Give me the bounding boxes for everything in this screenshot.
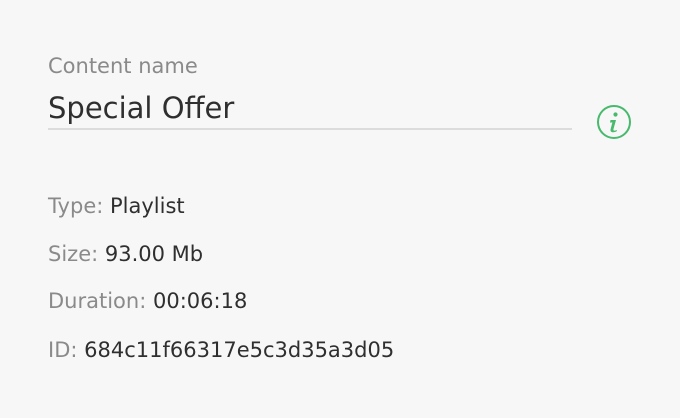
meta-duration-label: Duration: bbox=[48, 289, 147, 313]
meta-id-label: ID: bbox=[48, 338, 78, 362]
meta-size-label: Size: bbox=[48, 242, 99, 266]
content-details-panel: Content name Type: Playlist Size: 93.00 … bbox=[0, 0, 680, 418]
meta-duration-value: 00:06:18 bbox=[152, 289, 248, 313]
meta-id: ID: 684c11f66317e5c3d35a3d05 bbox=[48, 337, 394, 363]
meta-id-value: 684c11f66317e5c3d35a3d05 bbox=[84, 338, 395, 362]
content-name-input[interactable] bbox=[48, 88, 572, 130]
meta-type-label: Type: bbox=[48, 194, 104, 218]
meta-duration: Duration: 00:06:18 bbox=[48, 288, 247, 314]
info-icon[interactable] bbox=[596, 104, 632, 140]
meta-size: Size: 93.00 Mb bbox=[48, 241, 203, 267]
meta-type: Type: Playlist bbox=[48, 193, 185, 219]
meta-size-value: 93.00 Mb bbox=[104, 242, 204, 266]
content-name-label: Content name bbox=[48, 54, 198, 78]
meta-type-value: Playlist bbox=[110, 194, 185, 218]
